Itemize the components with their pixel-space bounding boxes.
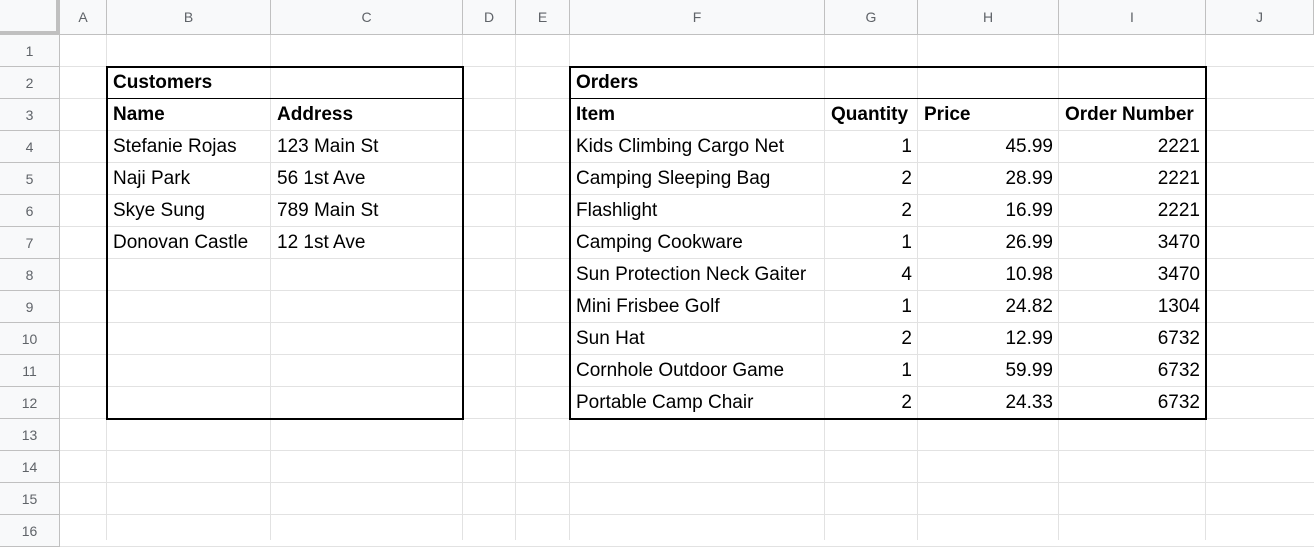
orders-cell[interactable]: 1	[825, 291, 918, 323]
orders-cell[interactable]: 6732	[1059, 355, 1206, 387]
orders-cell[interactable]: 12.99	[918, 323, 1059, 355]
orders-cell[interactable]: 2	[825, 323, 918, 355]
row-header-12[interactable]: 12	[0, 387, 60, 419]
row-header-10[interactable]: 10	[0, 323, 60, 355]
customers-cell[interactable]: 56 1st Ave	[271, 163, 463, 195]
orders-cell[interactable]: 28.99	[918, 163, 1059, 195]
row-header-16[interactable]: 16	[0, 515, 60, 547]
orders-title-divider	[570, 98, 1206, 99]
column-header-e[interactable]: E	[516, 0, 570, 35]
row-header-5[interactable]: 5	[0, 163, 60, 195]
customers-title-divider	[107, 98, 463, 99]
row-header-9[interactable]: 9	[0, 291, 60, 323]
orders-header-cell[interactable]: Quantity	[825, 99, 918, 131]
column-header-a[interactable]: A	[60, 0, 107, 35]
orders-cell[interactable]: 45.99	[918, 131, 1059, 163]
customers-header-cell[interactable]: Address	[271, 99, 463, 131]
orders-cell[interactable]: 1304	[1059, 291, 1206, 323]
row-header-7[interactable]: 7	[0, 227, 60, 259]
row-header-2[interactable]: 2	[0, 67, 60, 99]
orders-cell[interactable]: Cornhole Outdoor Game	[570, 355, 825, 387]
customers-cell[interactable]: Naji Park	[107, 163, 271, 195]
column-header-d[interactable]: D	[463, 0, 516, 35]
orders-cell[interactable]: Camping Sleeping Bag	[570, 163, 825, 195]
orders-cell[interactable]: 2	[825, 163, 918, 195]
orders-cell[interactable]: 3470	[1059, 227, 1206, 259]
row-header-11[interactable]: 11	[0, 355, 60, 387]
column-header-g[interactable]: G	[825, 0, 918, 35]
orders-title[interactable]: Orders	[570, 67, 1206, 99]
customers-cell[interactable]: 123 Main St	[271, 131, 463, 163]
orders-cell[interactable]: 1	[825, 227, 918, 259]
row-header-13[interactable]: 13	[0, 419, 60, 451]
spreadsheet-grid: A B C D E F G H I J 1 2 3 4 5 6 7 8 9 10 11 12 13 14 15 16 Custome…	[0, 0, 1314, 547]
row-header-1[interactable]: 1	[0, 35, 60, 67]
orders-cell[interactable]: 10.98	[918, 259, 1059, 291]
row-header-15[interactable]: 15	[0, 483, 60, 515]
orders-header-cell[interactable]: Price	[918, 99, 1059, 131]
orders-cell[interactable]: 6732	[1059, 323, 1206, 355]
orders-cell[interactable]: 1	[825, 131, 918, 163]
gridline-horizontal	[60, 482, 1314, 483]
orders-cell[interactable]: 16.99	[918, 195, 1059, 227]
orders-cell[interactable]: Sun Hat	[570, 323, 825, 355]
orders-header-cell[interactable]: Order Number	[1059, 99, 1206, 131]
column-header-f[interactable]: F	[570, 0, 825, 35]
orders-cell[interactable]: Flashlight	[570, 195, 825, 227]
column-header-i[interactable]: I	[1059, 0, 1206, 35]
orders-header-cell[interactable]: Item	[570, 99, 825, 131]
row-header-4[interactable]: 4	[0, 131, 60, 163]
select-all-corner[interactable]	[0, 0, 60, 35]
customers-cell[interactable]: 12 1st Ave	[271, 227, 463, 259]
customers-cell[interactable]: Skye Sung	[107, 195, 271, 227]
orders-cell[interactable]: Sun Protection Neck Gaiter	[570, 259, 825, 291]
orders-cell[interactable]: 2	[825, 195, 918, 227]
orders-cell[interactable]: 2	[825, 387, 918, 419]
orders-cell[interactable]: Mini Frisbee Golf	[570, 291, 825, 323]
customers-title[interactable]: Customers	[107, 67, 463, 99]
gridline-horizontal	[60, 450, 1314, 451]
row-header-6[interactable]: 6	[0, 195, 60, 227]
orders-cell[interactable]: Camping Cookware	[570, 227, 825, 259]
orders-cell[interactable]: 59.99	[918, 355, 1059, 387]
orders-cell[interactable]: 4	[825, 259, 918, 291]
column-header-c[interactable]: C	[271, 0, 463, 35]
orders-cell[interactable]: 2221	[1059, 163, 1206, 195]
column-header-b[interactable]: B	[107, 0, 271, 35]
row-header-3[interactable]: 3	[0, 99, 60, 131]
row-header-14[interactable]: 14	[0, 451, 60, 483]
gridline-horizontal	[60, 514, 1314, 515]
customers-cell[interactable]: Stefanie Rojas	[107, 131, 271, 163]
column-header-j[interactable]: J	[1206, 0, 1314, 35]
column-header-h[interactable]: H	[918, 0, 1059, 35]
customers-cell[interactable]: Donovan Castle	[107, 227, 271, 259]
orders-cell[interactable]: 2221	[1059, 195, 1206, 227]
row-header-8[interactable]: 8	[0, 259, 60, 291]
gridline-vertical	[515, 35, 516, 540]
orders-cell[interactable]: 3470	[1059, 259, 1206, 291]
orders-cell[interactable]: 24.33	[918, 387, 1059, 419]
orders-cell[interactable]: 24.82	[918, 291, 1059, 323]
orders-cell[interactable]: Kids Climbing Cargo Net	[570, 131, 825, 163]
orders-cell[interactable]: 1	[825, 355, 918, 387]
orders-cell[interactable]: 26.99	[918, 227, 1059, 259]
orders-cell[interactable]: Portable Camp Chair	[570, 387, 825, 419]
orders-cell[interactable]: 6732	[1059, 387, 1206, 419]
customers-cell[interactable]: 789 Main St	[271, 195, 463, 227]
orders-cell[interactable]: 2221	[1059, 131, 1206, 163]
customers-header-cell[interactable]: Name	[107, 99, 271, 131]
